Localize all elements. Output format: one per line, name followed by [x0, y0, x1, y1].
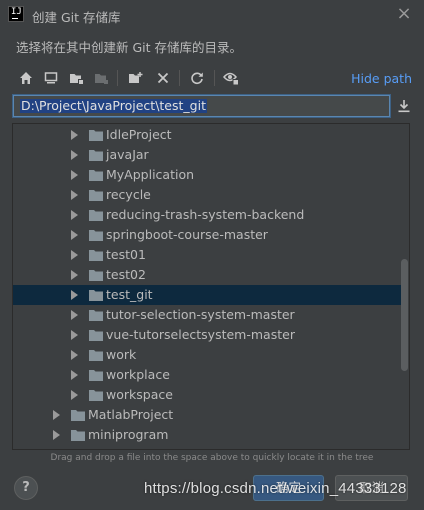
folder-icon: [89, 329, 103, 341]
tree-row[interactable]: javaJar: [13, 145, 401, 165]
folder-icon: [89, 269, 103, 281]
tree-row-label: tutor-selection-system-master: [106, 307, 295, 322]
project-folder-icon[interactable]: [66, 68, 86, 88]
tree-row-label: MatlabProject: [88, 407, 174, 422]
download-icon[interactable]: [396, 98, 412, 114]
tree-row[interactable]: miniprogram: [13, 425, 401, 445]
tree-row[interactable]: workspace: [13, 385, 401, 405]
tree-row[interactable]: test01: [13, 245, 401, 265]
tree-row[interactable]: test02: [13, 265, 401, 285]
expand-arrow-icon[interactable]: [71, 290, 78, 300]
expand-arrow-icon[interactable]: [53, 410, 60, 420]
expand-arrow-icon[interactable]: [71, 190, 78, 200]
folder-icon: [71, 429, 85, 441]
tree-row[interactable]: reducing-trash-system-backend: [13, 205, 401, 225]
folder-icon: [89, 349, 103, 361]
tree-row-label: vue-tutorselectsystem-master: [106, 327, 295, 342]
folder-icon: [89, 389, 103, 401]
tree-row-label: javaJar: [106, 147, 149, 162]
tree-row-label: IdleProject: [106, 127, 172, 142]
expand-arrow-icon[interactable]: [71, 250, 78, 260]
new-folder-icon[interactable]: [125, 68, 145, 88]
show-hidden-icon[interactable]: [221, 68, 241, 88]
home-icon[interactable]: [16, 68, 36, 88]
path-input-value: D:\Project\JavaProject\test_git: [20, 98, 207, 113]
tree-row-label: test_git: [106, 287, 153, 302]
tree-row-label: springboot-course-master: [106, 227, 268, 242]
tree-row[interactable]: recycle: [13, 185, 401, 205]
expand-arrow-icon[interactable]: [71, 210, 78, 220]
expand-arrow-icon[interactable]: [71, 370, 78, 380]
drag-drop-hint: Drag and drop a file into the space abov…: [50, 453, 374, 463]
dialog-description: 选择将在其中创建新 Git 存储库的目录。: [16, 40, 243, 55]
expand-arrow-icon[interactable]: [71, 150, 78, 160]
tree-row-label: workspace: [106, 387, 173, 402]
intellij-logo-icon: IJ: [8, 6, 24, 22]
folder-icon: [71, 409, 85, 421]
tree-row-label: reducing-trash-system-backend: [106, 207, 305, 222]
expand-arrow-icon[interactable]: [71, 270, 78, 280]
refresh-icon[interactable]: [187, 68, 207, 88]
folder-icon: [89, 229, 103, 241]
watermark: https://blog.csdn.net/weixin_44333128: [144, 480, 407, 497]
path-input[interactable]: D:\Project\JavaProject\test_git: [13, 95, 390, 117]
help-button[interactable]: ?: [14, 476, 38, 500]
tree-row[interactable]: work: [13, 345, 401, 365]
folder-icon: [89, 129, 103, 141]
folder-icon: [89, 309, 103, 321]
folder-icon: [89, 369, 103, 381]
tree-row-label: test02: [106, 267, 146, 282]
folder-icon: [89, 209, 103, 221]
expand-arrow-icon[interactable]: [71, 170, 78, 180]
folder-icon: [89, 149, 103, 161]
window-title: 创建 Git 存储库: [32, 10, 121, 25]
tree-row[interactable]: test_git: [13, 285, 401, 305]
folder-icon: [89, 169, 103, 181]
hide-path-link[interactable]: Hide path: [351, 71, 412, 86]
folder-icon: [89, 249, 103, 261]
expand-arrow-icon[interactable]: [71, 130, 78, 140]
tree-row-label: workplace: [106, 367, 170, 382]
tree-row[interactable]: vue-tutorselectsystem-master: [13, 325, 401, 345]
module-folder-icon[interactable]: [91, 68, 111, 88]
toolbar-separator: [214, 70, 215, 86]
expand-arrow-icon[interactable]: [71, 390, 78, 400]
tree-row[interactable]: tutor-selection-system-master: [13, 305, 401, 325]
expand-arrow-icon[interactable]: [71, 350, 78, 360]
tree-row-label: miniprogram: [88, 427, 169, 442]
folder-icon: [89, 189, 103, 201]
tree-row-label: MyApplication: [106, 167, 195, 182]
expand-arrow-icon[interactable]: [71, 230, 78, 240]
title-bar: IJ 创建 Git 存储库 ×: [0, 0, 424, 30]
tree-row[interactable]: springboot-course-master: [13, 225, 401, 245]
tree-row-label: test01: [106, 247, 146, 262]
tree-row[interactable]: MatlabProject: [13, 405, 401, 425]
tree-row-label: work: [106, 347, 137, 362]
tree-row[interactable]: IdleProject: [13, 125, 401, 145]
folder-icon: [89, 289, 103, 301]
expand-arrow-icon[interactable]: [71, 310, 78, 320]
tree-row[interactable]: workplace: [13, 365, 401, 385]
tree-scrollbar[interactable]: [401, 259, 408, 371]
close-icon[interactable]: ×: [394, 4, 414, 24]
expand-arrow-icon[interactable]: [53, 430, 60, 440]
desktop-icon[interactable]: [41, 68, 61, 88]
delete-icon[interactable]: [153, 68, 173, 88]
directory-tree[interactable]: IdleProject javaJar MyApplication recycle re…: [12, 123, 410, 450]
toolbar-separator: [117, 70, 118, 86]
toolbar-separator: [179, 70, 180, 86]
tree-row-label: recycle: [106, 187, 151, 202]
expand-arrow-icon[interactable]: [71, 330, 78, 340]
file-chooser-toolbar: Hide path: [14, 66, 414, 90]
tree-row[interactable]: MyApplication: [13, 165, 401, 185]
